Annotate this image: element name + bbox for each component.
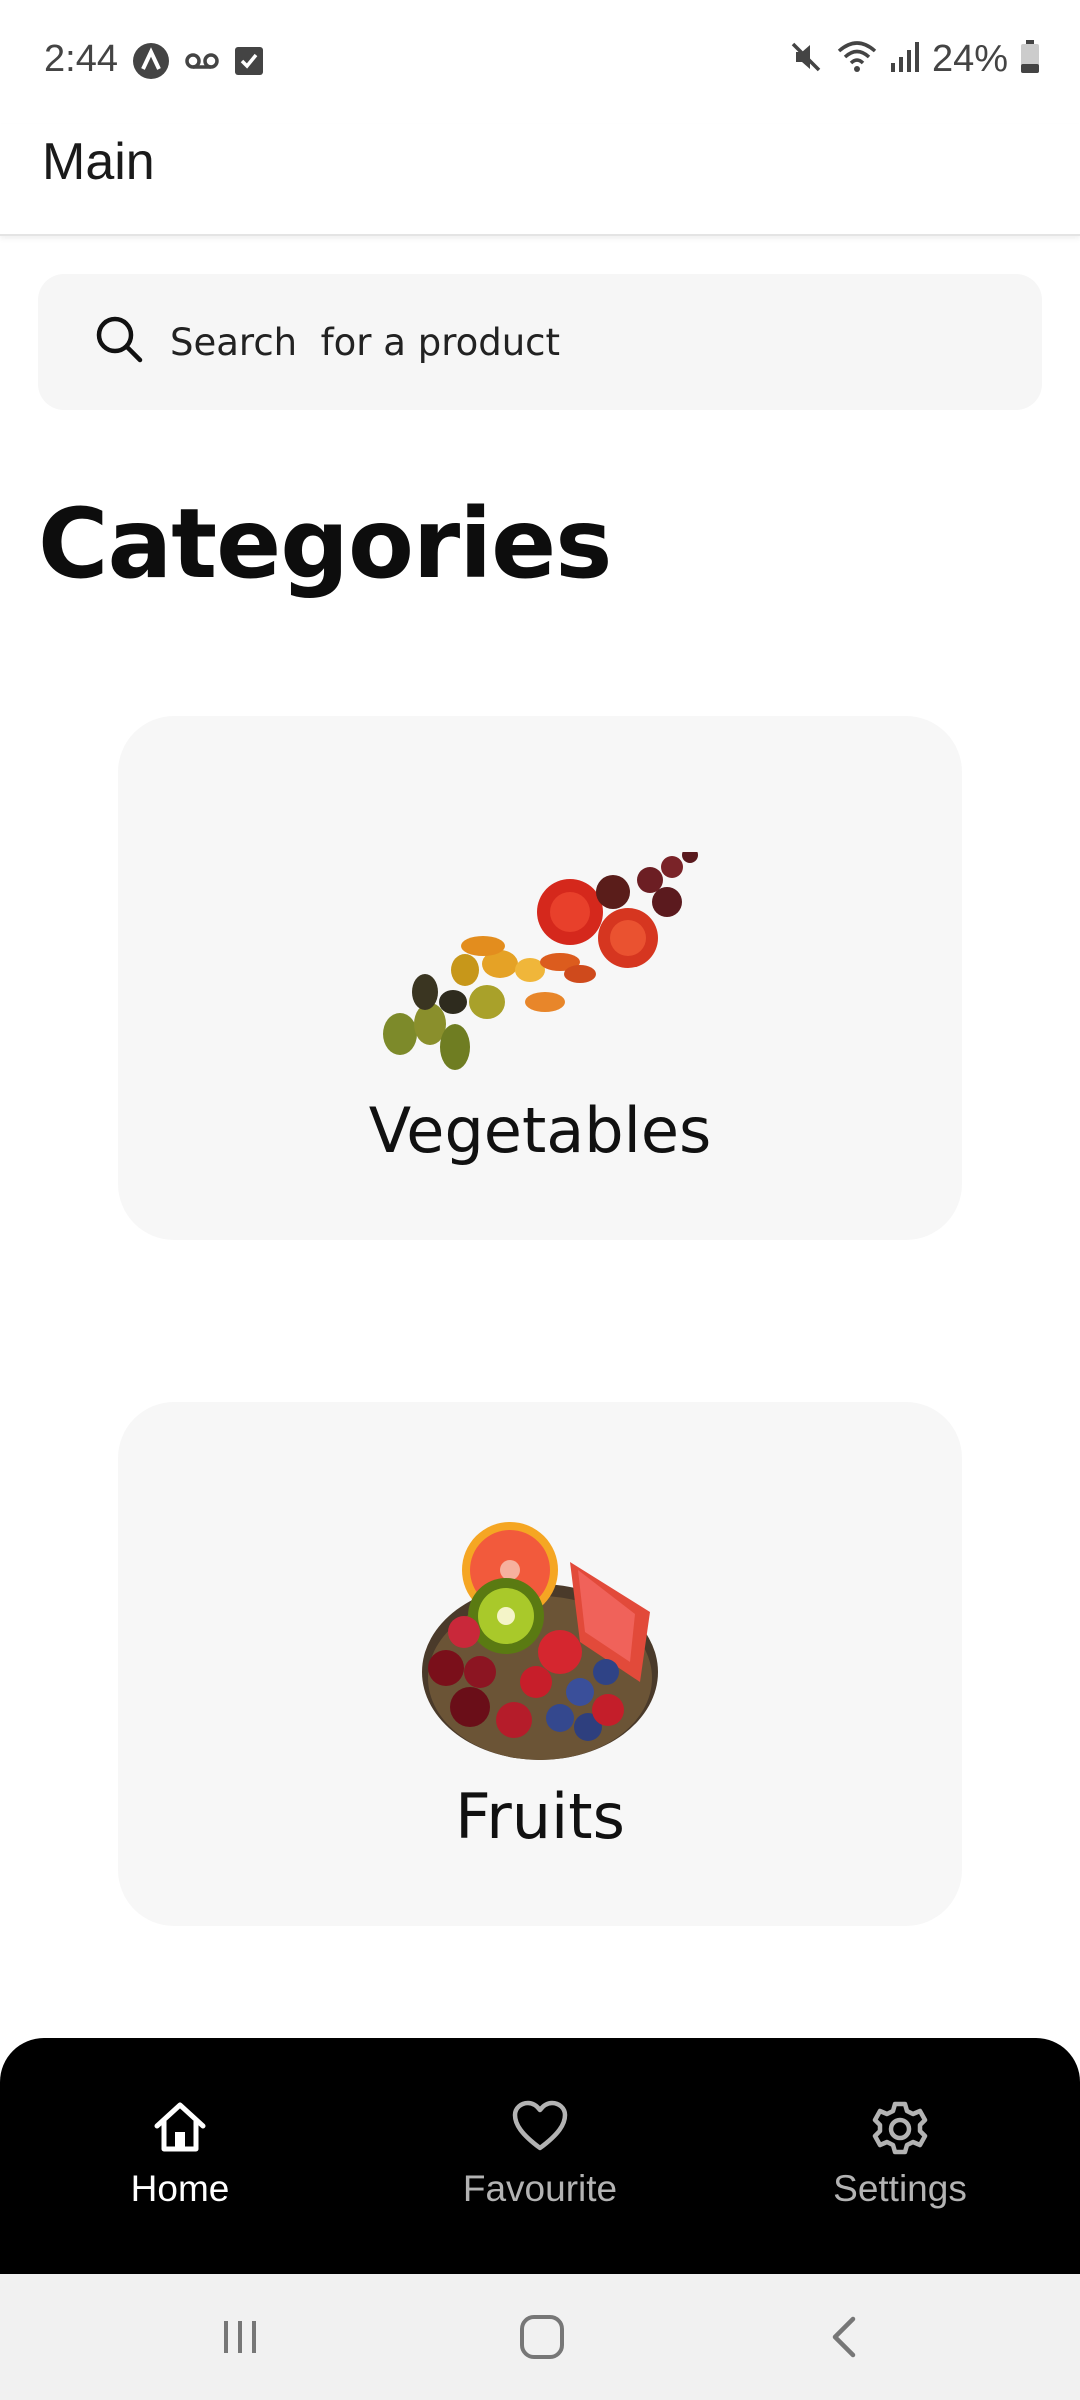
recents-icon[interactable] [200, 2300, 280, 2374]
nav-label-favourite: Favourite [462, 2168, 618, 2209]
search-bar[interactable] [38, 274, 1042, 410]
category-label-vegetables: Vegetables [368, 1094, 712, 1167]
home-icon [154, 2102, 206, 2152]
app-circle-icon [132, 42, 170, 85]
nav-label-home: Home [130, 2168, 230, 2209]
nav-item-home[interactable]: Home [0, 2038, 360, 2274]
category-card-fruits[interactable]: Fruits [118, 1402, 962, 1926]
wifi-icon [836, 39, 878, 80]
heart-icon [512, 2100, 568, 2151]
fruit-basket-image [410, 1522, 670, 1767]
gear-icon [872, 2101, 928, 2155]
nav-item-favourite[interactable]: Favourite [360, 2038, 720, 2274]
voicemail-icon [184, 51, 220, 76]
system-navigation-bar [0, 2274, 1080, 2400]
battery-percentage: 24% [931, 38, 1008, 80]
category-card-vegetables[interactable]: Vegetables [118, 716, 962, 1240]
section-title: Categories [38, 488, 612, 600]
checkbox-icon [234, 46, 264, 81]
app-bar: Main [0, 124, 1080, 236]
nav-item-settings[interactable]: Settings [720, 2038, 1080, 2274]
search-icon [94, 314, 146, 371]
battery-icon [1020, 40, 1040, 79]
mute-icon [788, 39, 824, 80]
home-pill-icon[interactable] [502, 2300, 582, 2374]
search-input[interactable] [170, 274, 1010, 410]
status-bar: 2:44 24% [0, 0, 1080, 124]
page-title: Main [42, 133, 155, 191]
status-time: 2:44 [44, 38, 118, 80]
category-label-fruits: Fruits [455, 1780, 625, 1853]
nav-label-settings: Settings [833, 2168, 967, 2209]
signal-icon [890, 41, 920, 78]
vegetables-image [375, 847, 705, 1077]
back-icon[interactable] [804, 2300, 884, 2374]
bottom-navigation: Home Favourite Settings [0, 2038, 1080, 2274]
